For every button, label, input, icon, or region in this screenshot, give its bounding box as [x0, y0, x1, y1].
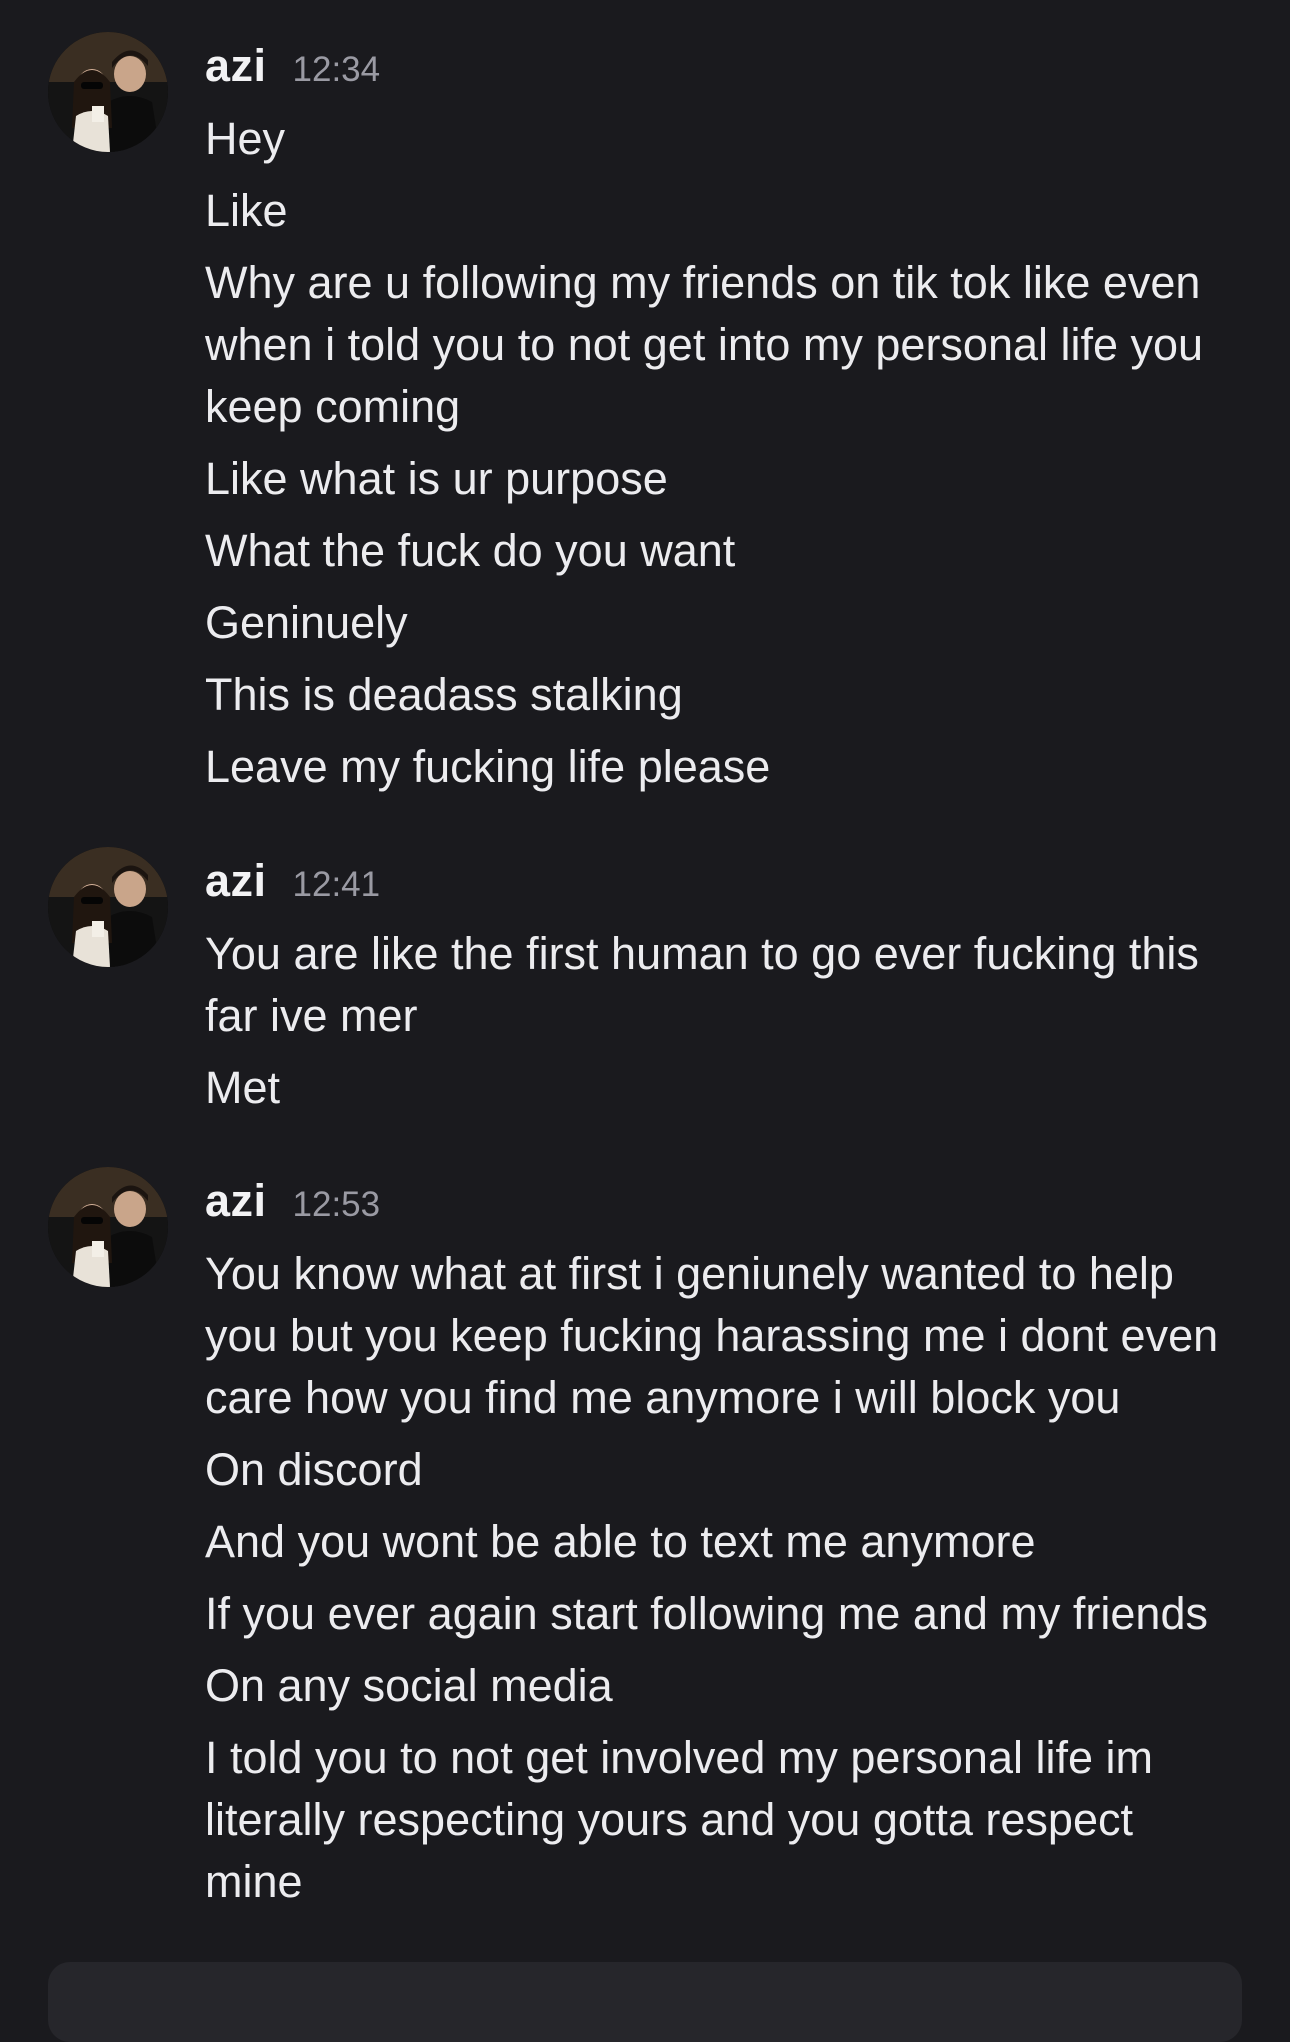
message-line[interactable]: On any social media	[205, 1655, 1225, 1717]
message-line[interactable]: Leave my fucking life please	[205, 736, 1225, 798]
message-line[interactable]: Why are u following my friends on tik to…	[205, 252, 1225, 438]
message-line[interactable]: You know what at first i geniunely wante…	[205, 1243, 1225, 1429]
message-line[interactable]: On discord	[205, 1439, 1225, 1501]
message-header: azi 12:34	[205, 40, 380, 100]
username[interactable]: azi	[205, 1175, 267, 1227]
message-body: You know what at first i geniunely wante…	[205, 1243, 1225, 1923]
message-line[interactable]: You are like the first human to go ever …	[205, 923, 1225, 1047]
message-header: azi 12:41	[205, 855, 380, 915]
message-line[interactable]: Met	[205, 1057, 1225, 1119]
timestamp: 12:41	[292, 865, 381, 904]
message-line[interactable]: Like	[205, 180, 1225, 242]
timestamp: 12:53	[292, 1185, 381, 1224]
message-line[interactable]: Hey	[205, 108, 1225, 170]
message-line[interactable]: If you ever again start following me and…	[205, 1583, 1225, 1645]
user-avatar[interactable]	[48, 32, 168, 152]
message-line[interactable]: Geninuely	[205, 592, 1225, 654]
username[interactable]: azi	[205, 855, 267, 907]
user-avatar[interactable]	[48, 1167, 168, 1287]
message-line[interactable]: Like what is ur purpose	[205, 448, 1225, 510]
user-avatar-photo	[48, 847, 168, 967]
user-avatar-photo	[48, 32, 168, 152]
user-avatar-photo	[48, 1167, 168, 1287]
message-composer[interactable]	[48, 1962, 1242, 2042]
message-line[interactable]: This is deadass stalking	[205, 664, 1225, 726]
message-line[interactable]: I told you to not get involved my person…	[205, 1727, 1225, 1913]
message-body: Hey Like Why are u following my friends …	[205, 108, 1225, 808]
message-line[interactable]: What the fuck do you want	[205, 520, 1225, 582]
message-line[interactable]: And you wont be able to text me anymore	[205, 1511, 1225, 1573]
timestamp: 12:34	[292, 50, 381, 89]
message-body: You are like the first human to go ever …	[205, 923, 1225, 1129]
message-header: azi 12:53	[205, 1175, 380, 1235]
username[interactable]: azi	[205, 40, 267, 92]
user-avatar[interactable]	[48, 847, 168, 967]
